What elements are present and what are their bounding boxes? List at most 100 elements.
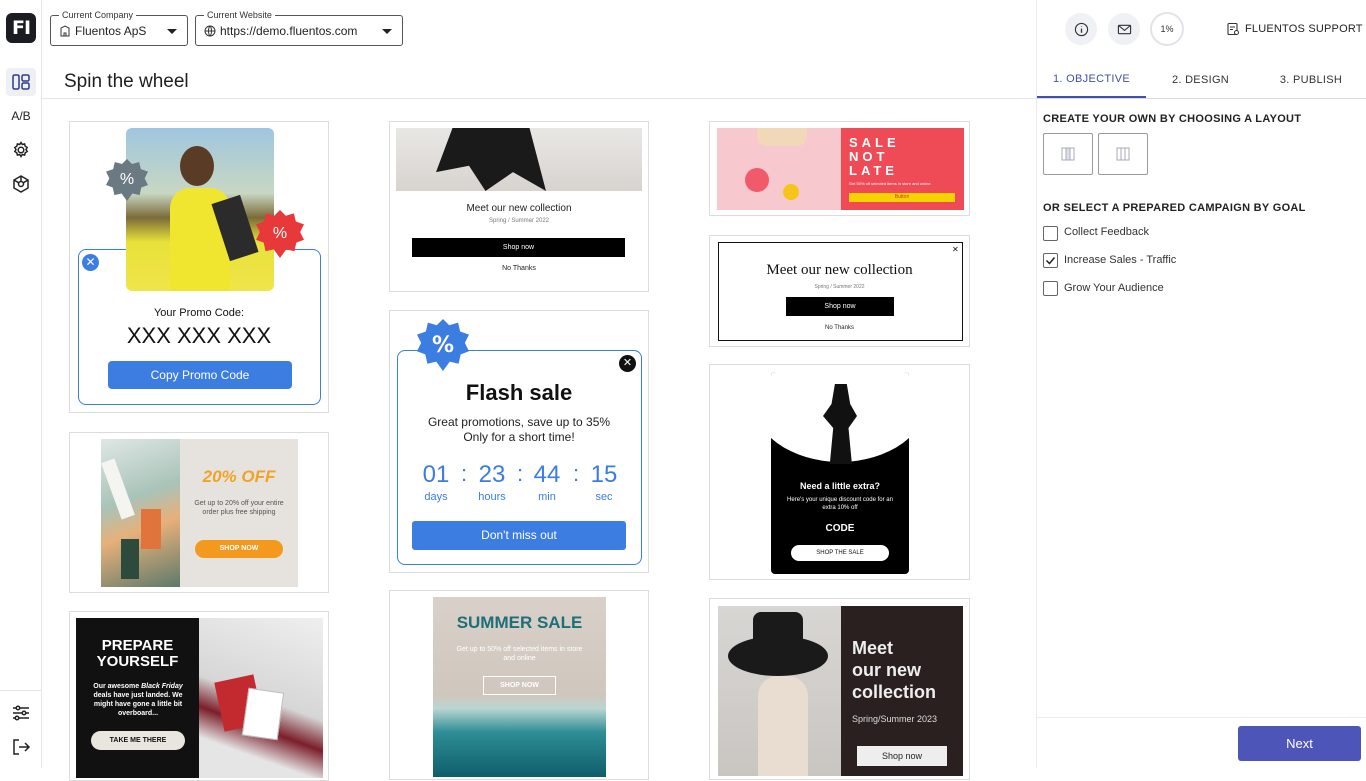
progress-indicator[interactable]: 1% bbox=[1150, 12, 1184, 46]
website-select[interactable]: Current Website https://demo.fluentos.co… bbox=[195, 10, 403, 46]
template-card-black-friday[interactable]: PREPARE YOURSELF Our awesome Black Frida… bbox=[69, 611, 329, 781]
layout-single-icon bbox=[1061, 147, 1075, 161]
layout-split-icon bbox=[1116, 147, 1130, 161]
prepare-line2: YOURSELF bbox=[96, 653, 179, 670]
collection2-button: Shop now bbox=[786, 297, 894, 316]
goal-label-feedback[interactable]: Collect Feedback bbox=[1064, 226, 1149, 238]
layouts-icon[interactable] bbox=[6, 68, 36, 96]
extra-button: SHOP THE SALE bbox=[791, 545, 889, 561]
template-card-new-collection[interactable]: Meet our new collection Spring / Summer … bbox=[389, 121, 649, 292]
tab-publish[interactable]: 3. PUBLISH bbox=[1255, 62, 1366, 98]
goal-label-sales[interactable]: Increase Sales - Traffic bbox=[1064, 254, 1176, 266]
countdown: 01 days : 23 hours : 44 min : 15 sec bbox=[412, 461, 628, 511]
template-card-collection-outline[interactable]: ✕ Meet our new collection Spring / Summe… bbox=[709, 235, 970, 347]
countdown-min-label: min bbox=[538, 491, 556, 503]
summer-button: SHOP NOW bbox=[483, 676, 556, 695]
globe-icon bbox=[204, 25, 216, 37]
chevron-down-icon bbox=[382, 29, 392, 34]
template-card-20-off[interactable]: 20% OFF Get up to 20% off your entire or… bbox=[69, 432, 329, 593]
layout-option-single[interactable] bbox=[1043, 133, 1093, 175]
collection-dismiss: No Thanks bbox=[502, 265, 536, 272]
info-button[interactable] bbox=[1065, 13, 1097, 45]
template-card-summer-sale[interactable]: SUMMER SALE Get up to 50% off selected i… bbox=[389, 590, 649, 780]
logout-icon[interactable] bbox=[6, 733, 36, 761]
rail-divider bbox=[0, 690, 42, 691]
tabs-divider bbox=[1037, 98, 1366, 99]
goal-checkbox-audience[interactable] bbox=[1043, 281, 1058, 296]
template-card-little-extra[interactable]: Need a little extra? Here's your unique … bbox=[709, 364, 970, 580]
collection2-heading: Meet our new collection bbox=[766, 262, 913, 278]
gear-icon[interactable] bbox=[6, 136, 36, 164]
close-icon[interactable]: ✕ bbox=[619, 355, 636, 372]
countdown-separator: : bbox=[573, 461, 580, 486]
prepare-body-post: deals have just landed. We might have go… bbox=[93, 692, 183, 717]
company-select-label: Current Company bbox=[59, 10, 137, 21]
progress-value: 1% bbox=[1160, 24, 1174, 34]
close-icon[interactable]: ✕ bbox=[82, 254, 99, 271]
info-icon bbox=[1074, 22, 1088, 36]
tab-objective[interactable]: 1. OBJECTIVE bbox=[1037, 62, 1146, 98]
company-select[interactable]: Current Company Fluentos ApS bbox=[50, 10, 188, 46]
chevron-down-icon bbox=[167, 29, 177, 34]
offer-button: SHOP NOW bbox=[195, 540, 283, 558]
flash-body2: Only for a short time! bbox=[463, 430, 575, 444]
countdown-days-label: days bbox=[424, 491, 448, 503]
goal-checkbox-sales[interactable] bbox=[1043, 253, 1058, 268]
integrations-icon[interactable] bbox=[6, 170, 36, 198]
promo-label: Your Promo Code: bbox=[153, 307, 245, 319]
tab-design[interactable]: 2. DESIGN bbox=[1146, 62, 1255, 98]
offer-heading: 20% OFF bbox=[202, 467, 276, 486]
collection3-button: Shop now bbox=[857, 746, 947, 766]
next-button[interactable]: Next bbox=[1238, 726, 1361, 761]
sale-line2: NOT bbox=[849, 149, 889, 164]
support-label: FLUENTOS SUPPORT bbox=[1245, 23, 1363, 35]
support-link[interactable]: FLUENTOS SUPPORT bbox=[1226, 22, 1363, 36]
model-legs-image bbox=[396, 128, 642, 191]
countdown-hours-label: hours bbox=[478, 491, 506, 503]
building-icon bbox=[60, 25, 70, 37]
woman-shopping-image bbox=[126, 128, 274, 291]
copy-promo-button: Copy Promo Code bbox=[108, 361, 292, 389]
flash-title: Flash sale bbox=[465, 380, 573, 405]
layout-option-split[interactable] bbox=[1098, 133, 1148, 175]
offer-body: Get up to 20% off your entire order plus… bbox=[194, 500, 284, 516]
collection3-line3: collection bbox=[852, 682, 937, 702]
sliders-icon[interactable] bbox=[6, 699, 36, 727]
promo-code: XXX XXX XXX bbox=[126, 323, 272, 348]
top-bar: Current Company Fluentos ApS Current Web… bbox=[42, 0, 1036, 60]
footer-divider bbox=[1037, 717, 1366, 718]
layout-heading: CREATE YOUR OWN BY CHOOSING A LAYOUT bbox=[1043, 113, 1302, 125]
support-icon bbox=[1227, 22, 1239, 36]
goal-label-audience[interactable]: Grow Your Audience bbox=[1064, 282, 1164, 294]
website-select-value: https://demo.fluentos.com bbox=[220, 24, 358, 38]
extra-body: Here's your unique discount code for an … bbox=[787, 497, 893, 511]
template-card-flash-sale[interactable]: % ✕ Flash sale Great promotions, save up… bbox=[389, 310, 649, 573]
messages-button[interactable] bbox=[1108, 13, 1140, 45]
prepare-body: Our awesome Black Friday deals have just… bbox=[84, 682, 192, 718]
collection3-line2: our new bbox=[852, 660, 922, 680]
prepare-line1: PREPARE bbox=[101, 637, 174, 654]
website-select-label: Current Website bbox=[204, 10, 275, 21]
sale-line1: SALE bbox=[849, 135, 900, 150]
prepare-body-em: Black Friday bbox=[141, 683, 183, 690]
app-logo[interactable]: FI bbox=[6, 13, 36, 43]
extra-heading: Need a little extra? bbox=[799, 481, 881, 491]
summer-heading: SUMMER SALE bbox=[456, 613, 583, 632]
goal-checkbox-feedback[interactable] bbox=[1043, 226, 1058, 241]
template-card-promo-code[interactable]: % % ✕ Your Promo Code: XXX XXX XXX Copy … bbox=[69, 121, 329, 413]
close-icon[interactable]: ✕ bbox=[952, 245, 959, 254]
sale-sub: Get 50% off selected items in store and … bbox=[849, 181, 932, 186]
collection2-dismiss: No Thanks bbox=[825, 325, 854, 331]
template-card-collection-2023[interactable]: Meet our new collection Spring/Summer 20… bbox=[709, 598, 970, 780]
countdown-sec-label: sec bbox=[595, 491, 613, 503]
mail-icon bbox=[1117, 24, 1131, 34]
goal-heading: OR SELECT A PREPARED CAMPAIGN BY GOAL bbox=[1043, 202, 1306, 214]
collection-shop-button: Shop now bbox=[412, 238, 625, 257]
checkmark-icon bbox=[1045, 257, 1056, 265]
template-card-sale-not-late[interactable]: SALE NOT LATE Get 50% off selected items… bbox=[709, 121, 970, 216]
prepare-body-pre: Our awesome bbox=[93, 683, 142, 690]
countdown-days: 01 bbox=[422, 461, 450, 488]
collection3-sub: Spring/Summer 2023 bbox=[852, 714, 938, 724]
flash-button: Don't miss out bbox=[412, 521, 626, 550]
ab-test-button[interactable]: A/B bbox=[6, 102, 36, 130]
